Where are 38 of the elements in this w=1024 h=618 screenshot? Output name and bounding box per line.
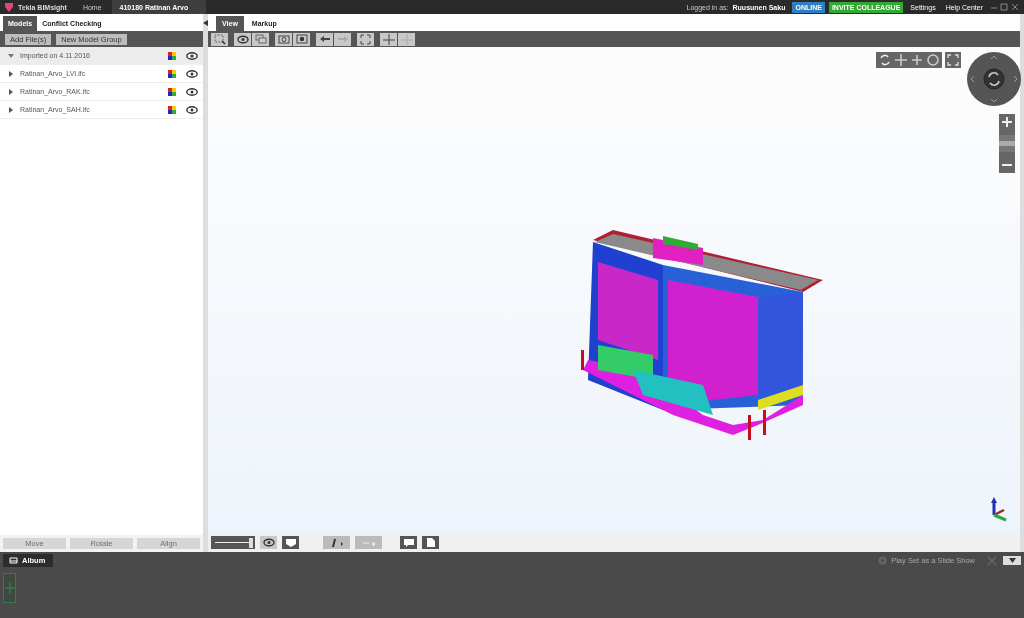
camera-button[interactable] (275, 32, 292, 46)
eye-icon[interactable] (186, 105, 198, 114)
expanded-arrow-icon[interactable] (8, 52, 14, 59)
collapsed-arrow-icon[interactable] (8, 70, 14, 77)
caret-icon[interactable] (1008, 558, 1016, 563)
measure-dropdown-button[interactable] (323, 536, 350, 549)
zoom-slider-handle[interactable] (999, 141, 1015, 146)
comment-button[interactable] (400, 536, 417, 549)
clip-plane-button[interactable] (398, 32, 415, 46)
clip-plane-button[interactable] (380, 32, 397, 46)
rotate-icon[interactable] (878, 53, 892, 67)
slider-thumb[interactable] (248, 538, 253, 548)
eye-icon[interactable] (186, 51, 198, 60)
color-icon[interactable] (168, 69, 176, 78)
collapse-arrow-icon[interactable] (203, 20, 208, 26)
window-controls-icon[interactable] (990, 3, 1020, 11)
zoom-slider[interactable] (999, 135, 1015, 152)
tray-icon[interactable] (9, 557, 18, 564)
collapse-button[interactable] (1003, 556, 1021, 565)
orbit-icon[interactable] (926, 53, 940, 67)
fit-view-button[interactable] (357, 32, 374, 46)
navigation-wheel-icon[interactable] (966, 51, 1022, 107)
zoom-in-icon[interactable] (1000, 115, 1014, 129)
color-icon[interactable] (168, 51, 176, 60)
eye-icon[interactable] (186, 87, 198, 96)
color-icon[interactable] (168, 105, 176, 114)
pan-icon[interactable] (894, 53, 908, 67)
eye-icon[interactable] (186, 69, 198, 78)
view-layers-button[interactable] (252, 32, 269, 46)
app-logo-icon (4, 1, 14, 13)
select-tool-button[interactable] (211, 32, 228, 46)
fullscreen-button[interactable] (945, 52, 961, 68)
transparency-slider[interactable] (211, 536, 255, 549)
color-icon[interactable] (168, 87, 176, 96)
collapsed-arrow-icon[interactable] (8, 88, 14, 95)
box-view-button[interactable] (282, 536, 299, 549)
collapsed-arrow-icon[interactable] (8, 106, 14, 113)
move-icon[interactable] (910, 53, 924, 67)
